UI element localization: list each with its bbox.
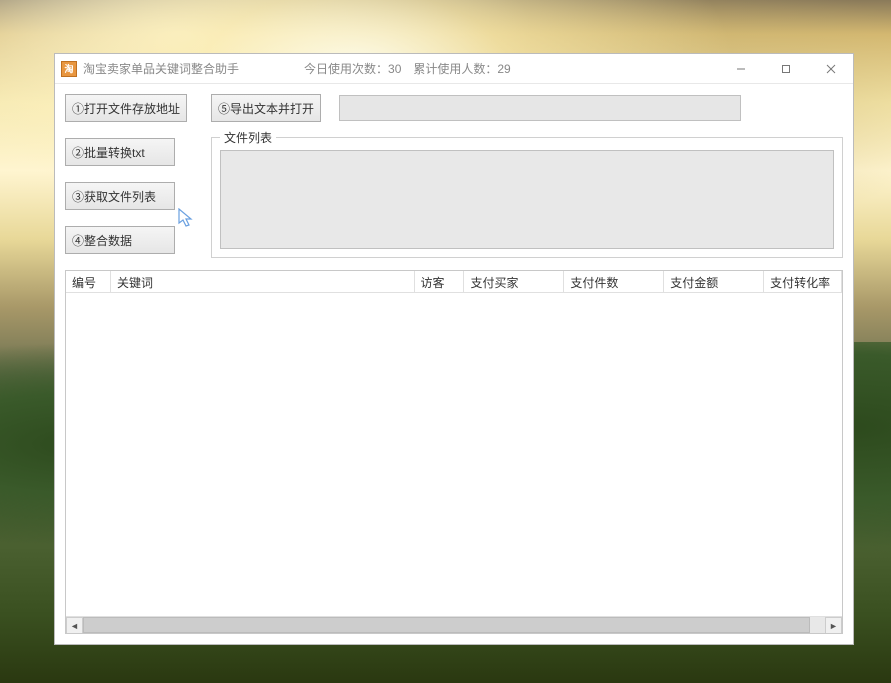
column-index[interactable]: 编号: [66, 271, 111, 292]
column-buyers[interactable]: 支付买家: [464, 271, 564, 292]
left-button-column: ①打开文件存放地址 ②批量转换txt ③获取文件列表 ④整合数据: [65, 94, 187, 258]
app-window: 淘 淘宝卖家单品关键词整合助手 今日使用次数：30 累计使用人数：29 ①打开文…: [54, 53, 854, 645]
maximize-button[interactable]: [763, 54, 808, 83]
horizontal-scrollbar[interactable]: ◄ ►: [66, 616, 842, 633]
usage-today: 今日使用次数：30: [304, 60, 401, 77]
minimize-button[interactable]: [718, 54, 763, 83]
file-list-group: 文件列表: [211, 137, 843, 258]
titlebar[interactable]: 淘 淘宝卖家单品关键词整合助手 今日使用次数：30 累计使用人数：29: [55, 54, 853, 84]
content-area: ①打开文件存放地址 ②批量转换txt ③获取文件列表 ④整合数据 ⑤导出文本并打…: [55, 84, 853, 644]
window-controls: [718, 54, 853, 83]
file-list-label: 文件列表: [220, 129, 276, 146]
export-open-button[interactable]: ⑤导出文本并打开: [211, 94, 321, 122]
table-header: 编号关键词访客支付买家支付件数支付金额支付转化率: [66, 271, 842, 293]
app-title: 淘宝卖家单品关键词整合助手: [83, 60, 239, 77]
maximize-icon: [781, 64, 791, 74]
scroll-track[interactable]: [83, 617, 825, 633]
open-path-button[interactable]: ①打开文件存放地址: [65, 94, 187, 122]
scroll-thumb[interactable]: [83, 617, 810, 633]
scroll-right-arrow[interactable]: ►: [825, 617, 842, 634]
column-amount[interactable]: 支付金额: [664, 271, 764, 292]
usage-total: 累计使用人数：29: [413, 60, 510, 77]
column-visitors[interactable]: 访客: [415, 271, 465, 292]
right-section: ⑤导出文本并打开 文件列表: [211, 94, 843, 258]
get-file-list-button[interactable]: ③获取文件列表: [65, 182, 175, 210]
column-qty[interactable]: 支付件数: [564, 271, 664, 292]
path-input[interactable]: [339, 95, 741, 121]
column-keyword[interactable]: 关键词: [111, 271, 415, 292]
table-body[interactable]: [66, 293, 842, 616]
app-icon: 淘: [61, 61, 77, 77]
file-list-box[interactable]: [220, 150, 834, 249]
merge-data-button[interactable]: ④整合数据: [65, 226, 175, 254]
data-table: 编号关键词访客支付买家支付件数支付金额支付转化率 ◄ ►: [65, 270, 843, 634]
close-button[interactable]: [808, 54, 853, 83]
column-rate[interactable]: 支付转化率: [764, 271, 842, 292]
scroll-left-arrow[interactable]: ◄: [66, 617, 83, 634]
export-row: ⑤导出文本并打开: [211, 94, 843, 122]
batch-convert-button[interactable]: ②批量转换txt: [65, 138, 175, 166]
minimize-icon: [736, 64, 746, 74]
top-section: ①打开文件存放地址 ②批量转换txt ③获取文件列表 ④整合数据 ⑤导出文本并打…: [65, 94, 843, 258]
close-icon: [826, 64, 836, 74]
